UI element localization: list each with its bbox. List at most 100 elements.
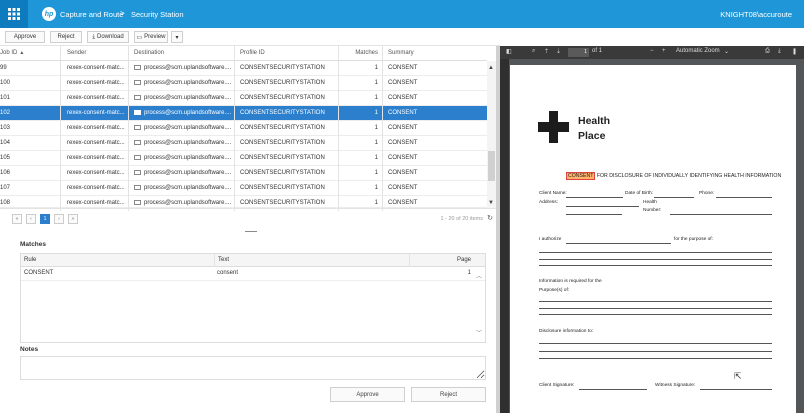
- refresh-icon[interactable]: ↻: [487, 214, 493, 222]
- reject-button[interactable]: Reject: [50, 31, 82, 43]
- cell-job-id: 101: [0, 95, 11, 101]
- page-number-input[interactable]: 1: [568, 48, 589, 57]
- zoom-in-icon[interactable]: +: [662, 48, 666, 54]
- table-row[interactable]: 100 rexex-consent-matc... process@scm.up…: [0, 76, 487, 91]
- cell-sender: rexex-consent-matc...: [60, 76, 128, 91]
- table-row[interactable]: 101 rexex-consent-matc... process@scm.up…: [0, 91, 487, 106]
- table-row-selected[interactable]: 102 rexex-consent-matc... process@scm.up…: [0, 106, 487, 121]
- scroll-down-icon[interactable]: ▼: [488, 200, 494, 206]
- column-header-summary[interactable]: Summary: [382, 46, 487, 61]
- pane-splitter-handle[interactable]: [245, 231, 257, 232]
- doc-org-name-line1: Health: [578, 115, 611, 127]
- cell-job-id: 106: [0, 170, 11, 176]
- column-header-job-id[interactable]: Job ID ▲: [0, 46, 60, 61]
- current-page-button[interactable]: 1: [40, 214, 50, 224]
- notes-field[interactable]: [20, 356, 486, 380]
- highlighted-match[interactable]: CONSENT: [566, 172, 596, 180]
- cell-summary: CONSENT: [382, 136, 487, 151]
- scrollbar-thumb[interactable]: [488, 151, 495, 181]
- cell-summary: CONSENT: [382, 181, 487, 196]
- scroll-down-icon[interactable]: ﹀: [476, 328, 482, 337]
- column-header-page[interactable]: Page: [409, 254, 471, 267]
- scroll-up-icon[interactable]: ︿: [476, 271, 482, 280]
- cell-destination-text: process@scm.uplandsoftware....: [144, 110, 232, 116]
- cell-job-id: 100: [0, 80, 11, 86]
- cell-sender: rexex-consent-matc...: [60, 166, 128, 181]
- table-row[interactable]: 99 rexex-consent-matc... process@scm.upl…: [0, 61, 487, 76]
- doc-underline: [539, 358, 772, 359]
- previous-page-icon[interactable]: ⇡: [544, 48, 549, 55]
- table-row[interactable]: CONSENT consent 1: [21, 267, 485, 281]
- download-icon[interactable]: ⤓: [778, 48, 781, 55]
- column-header-profile-id[interactable]: Profile ID: [234, 46, 338, 61]
- table-row[interactable]: 104 rexex-consent-matc... process@scm.up…: [0, 136, 487, 151]
- table-row[interactable]: 106 rexex-consent-matc... process@scm.up…: [0, 166, 487, 181]
- cell-summary: CONSENT: [382, 76, 487, 91]
- doc-label-info-required: Information is required for the: [539, 279, 602, 284]
- preview-button-label: Preview: [144, 34, 166, 40]
- user-name[interactable]: KNIGHT08\accuroute: [720, 10, 792, 19]
- cell-job-id: 102: [0, 110, 11, 116]
- app-title[interactable]: Capture and Route: [60, 10, 123, 19]
- zoom-select[interactable]: Automatic Zoom: [676, 48, 720, 54]
- doc-label-purpose: for the purpose of:: [674, 237, 713, 242]
- page-count: of 1: [592, 48, 603, 54]
- table-row[interactable]: 108 rexex-consent-matc... process@scm.up…: [0, 196, 487, 211]
- print-icon[interactable]: ⎙: [765, 48, 770, 55]
- cell-sender: rexex-consent-matc...: [60, 61, 128, 76]
- cell-matches: 1: [338, 166, 382, 181]
- search-icon[interactable]: ⌕: [532, 48, 535, 55]
- cell-summary: CONSENT: [382, 151, 487, 166]
- scroll-up-icon[interactable]: ▲: [488, 65, 494, 71]
- approve-button[interactable]: Approve: [5, 31, 45, 43]
- app-menu-grid-icon[interactable]: [0, 0, 28, 28]
- doc-label-health: Health: [643, 200, 657, 205]
- envelope-icon: [134, 155, 141, 160]
- last-page-button[interactable]: »: [68, 214, 78, 224]
- column-header-text[interactable]: Text: [214, 254, 414, 267]
- jobs-table-scrollbar[interactable]: ▲ ▼: [487, 61, 496, 208]
- doc-label-authorize: I authorize: [539, 237, 562, 242]
- download-button[interactable]: ⤓ Download: [87, 31, 129, 43]
- cell-sender: rexex-consent-matc...: [60, 106, 128, 121]
- cell-destination-text: process@scm.uplandsoftware....: [144, 95, 232, 101]
- sidebar-toggle-icon[interactable]: ◧: [506, 48, 512, 55]
- cell-matches: 1: [338, 91, 382, 106]
- reject-bottom-button[interactable]: Reject: [411, 387, 486, 402]
- download-icon: ⤓: [92, 33, 95, 40]
- next-page-icon[interactable]: ⇣: [556, 48, 561, 55]
- doc-label-phone: Phone:: [699, 191, 715, 196]
- approve-bottom-button[interactable]: Approve: [330, 387, 405, 402]
- column-header-matches[interactable]: Matches: [338, 46, 382, 61]
- table-row[interactable]: 103 rexex-consent-matc... process@scm.up…: [0, 121, 487, 136]
- cell-job-id: 99: [0, 65, 7, 71]
- envelope-icon: [134, 80, 141, 85]
- mouse-cursor-icon: ⇱: [734, 371, 742, 381]
- sort-ascending-icon: ▲: [19, 50, 25, 56]
- prev-page-button[interactable]: ‹: [26, 214, 36, 224]
- cell-destination: process@scm.uplandsoftware....: [128, 76, 234, 91]
- next-page-button[interactable]: ›: [54, 214, 64, 224]
- doc-underline: [566, 214, 622, 215]
- cross-horizontal: [538, 122, 569, 132]
- matches-table-header: Rule Text Page: [21, 254, 485, 267]
- doc-org-name-line2: Place: [578, 130, 606, 142]
- table-row[interactable]: 107 rexex-consent-matc... process@scm.up…: [0, 181, 487, 196]
- doc-label-witness-signature: Witness Signature:: [655, 383, 696, 388]
- column-header-sender[interactable]: Sender: [60, 46, 128, 61]
- zoom-out-icon[interactable]: −: [650, 48, 654, 54]
- column-header-rule[interactable]: Rule: [24, 254, 36, 267]
- preview-button[interactable]: ▭ Preview: [134, 31, 168, 43]
- bookmark-icon[interactable]: ❚: [792, 48, 797, 55]
- doc-underline: [566, 197, 623, 198]
- table-row[interactable]: 105 rexex-consent-matc... process@scm.up…: [0, 151, 487, 166]
- doc-underline: [539, 308, 772, 309]
- column-header-destination[interactable]: Destination: [128, 46, 234, 61]
- doc-underline: [539, 301, 772, 302]
- first-page-button[interactable]: «: [12, 214, 22, 224]
- cell-summary: CONSENT: [382, 166, 487, 181]
- preview-dropdown-button[interactable]: ▾: [171, 31, 183, 43]
- cell-destination-text: process@scm.uplandsoftware....: [144, 170, 232, 176]
- doc-underline: [539, 265, 772, 266]
- cell-job-id: 104: [0, 140, 11, 146]
